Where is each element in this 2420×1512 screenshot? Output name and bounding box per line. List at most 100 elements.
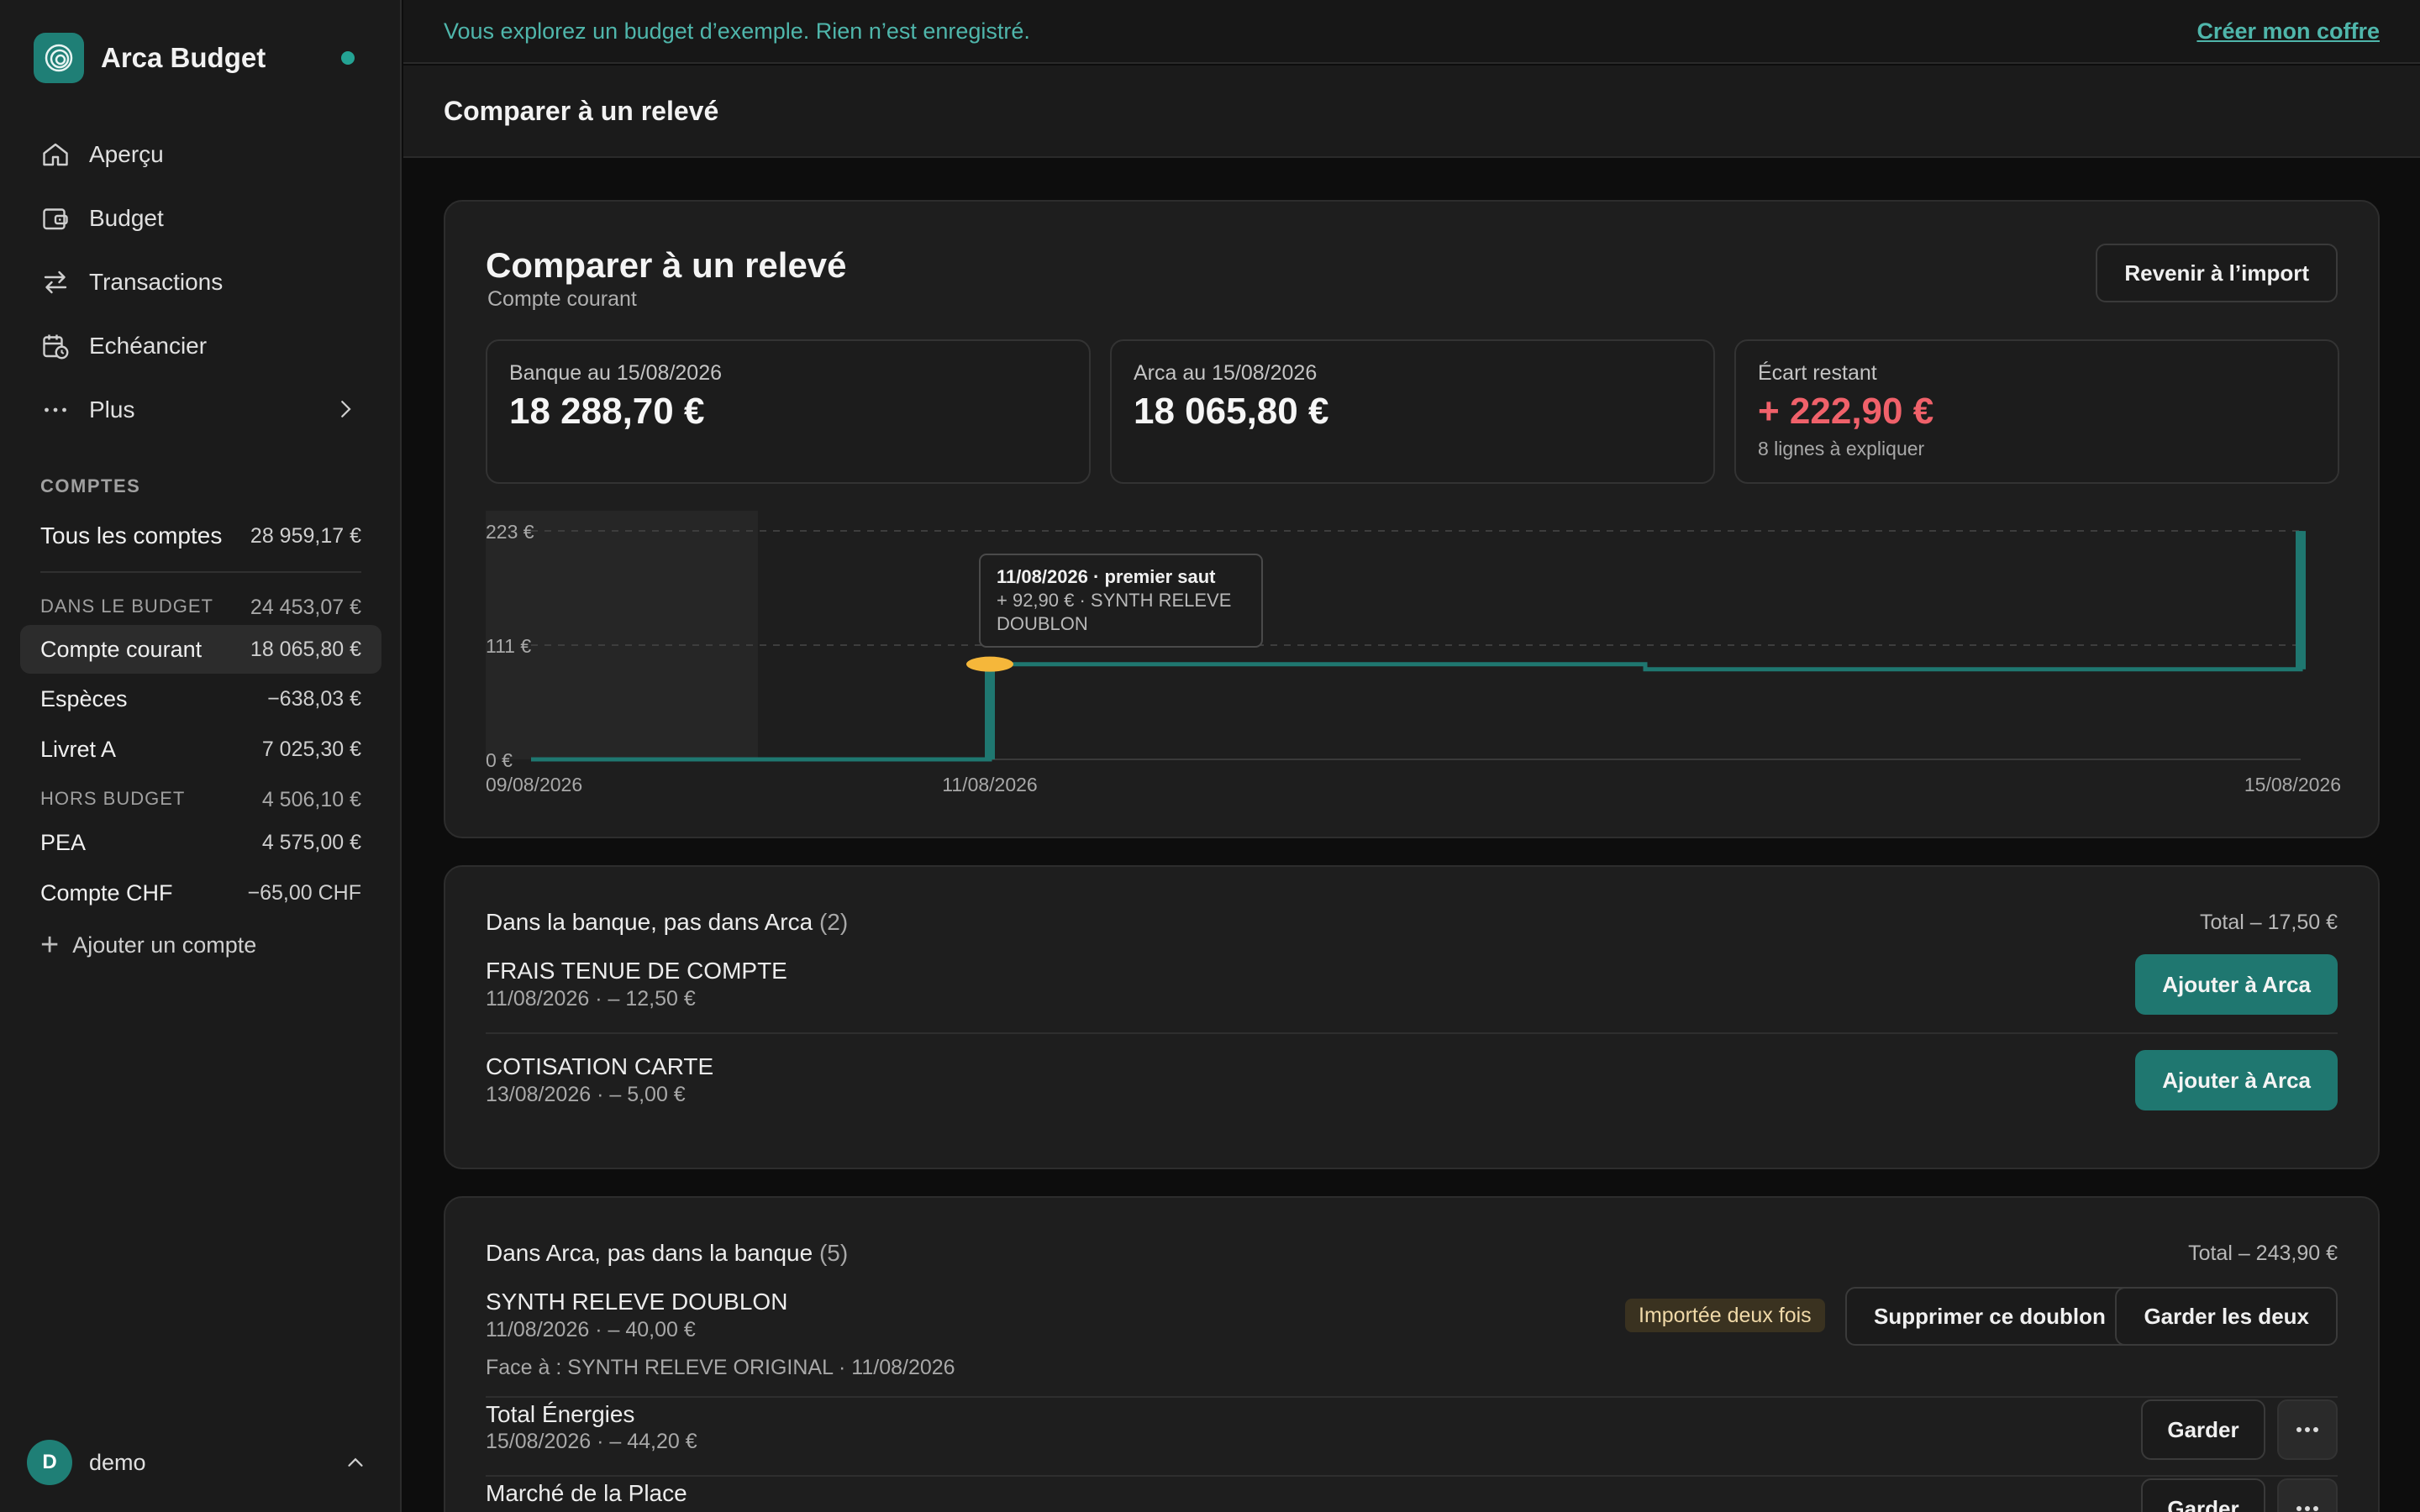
more-icon <box>45 407 66 412</box>
transfer-icon <box>44 270 67 294</box>
bank-only-title: Dans la banque, pas dans Arca (2) <box>486 909 848 936</box>
account-all[interactable]: Tous les comptes 28 959,17 € <box>20 512 381 560</box>
section-title-text: Dans Arca, pas dans la banque <box>486 1240 813 1266</box>
bank-item-meta: 13/08/2026 · – 5,00 € <box>486 1083 686 1106</box>
nav-item-label: Plus <box>89 396 135 423</box>
group-in-budget: DANS LE BUDGET 24 453,07 € <box>20 596 381 620</box>
brand[interactable]: Arca Budget <box>34 32 370 84</box>
account-name: Espèces <box>40 685 128 711</box>
account-compte-chf[interactable]: Compte CHF −65,00 CHF <box>20 869 381 917</box>
account-name: Compte courant <box>40 636 203 662</box>
account-balance: 7 025,30 € <box>261 737 361 761</box>
demo-banner: Vous explorez un budget d’exemple. Rien … <box>403 0 2420 64</box>
group-total: 24 453,07 € <box>250 596 361 619</box>
stat-remaining-gap: Écart restant + 222,90 € 8 lignes à expl… <box>1734 339 2339 484</box>
row-divider <box>486 1032 2338 1034</box>
account-especes[interactable]: Espèces −638,03 € <box>20 675 381 723</box>
user-menu[interactable]: D demo <box>27 1438 375 1487</box>
stat-value: 18 288,70 € <box>509 391 705 432</box>
bank-item-meta: 11/08/2026 · – 12,50 € <box>486 987 696 1011</box>
summary-title: Comparer à un relevé <box>486 245 847 285</box>
duplicate-counterpart: Face à : SYNTH RELEVE ORIGINAL · 11/08/2… <box>486 1356 955 1379</box>
arca-item-meta: 11/08/2026 · – 40,00 € <box>486 1318 696 1341</box>
page-title: Comparer à un relevé <box>444 95 719 126</box>
duplicate-badge: Importée deux fois <box>1625 1299 1825 1332</box>
account-name: Tous les comptes <box>40 522 223 549</box>
group-label: HORS BUDGET <box>40 788 186 809</box>
add-to-arca-button[interactable]: Ajouter à Arca <box>2135 954 2338 1015</box>
arca-only-total: Total – 243,90 € <box>2188 1242 2338 1265</box>
nav-item-budget[interactable]: Budget <box>20 186 381 250</box>
account-livret-a[interactable]: Livret A 7 025,30 € <box>20 725 381 774</box>
stat-label: Banque au 15/08/2026 <box>509 361 723 385</box>
avatar: D <box>27 1440 72 1485</box>
account-compte-courant[interactable]: Compte courant 18 065,80 € <box>20 625 381 674</box>
summary-subtitle: Compte courant <box>487 287 637 311</box>
summary-card: Comparer à un relevé Compte courant Reve… <box>444 200 2380 838</box>
row-menu-button[interactable] <box>2277 1399 2338 1460</box>
account-balance: 28 959,17 € <box>250 523 361 548</box>
nav-item-plus[interactable]: Plus <box>20 378 381 442</box>
chart-series-line <box>531 531 2303 762</box>
home-icon <box>43 143 68 166</box>
demo-banner-text: Vous explorez un budget d’exemple. Rien … <box>444 18 1030 44</box>
gap-chart: 223 € 111 € 0 € 09/08/2026 11/08/2026 15/08/2… <box>486 511 2341 795</box>
chart-y-tick-label: 0 € <box>486 749 513 771</box>
back-to-import-button[interactable]: Revenir à l’import <box>2096 244 2338 302</box>
chart-y-tick-label: 111 € <box>486 635 531 657</box>
bank-item-name: COTISATION CARTE <box>486 1053 714 1079</box>
bank-only-card: Dans la banque, pas dans Arca (2) Total … <box>444 865 2380 1169</box>
stat-bank-balance: Banque au 15/08/2026 18 288,70 € <box>486 339 1091 484</box>
row-divider <box>486 1396 2338 1398</box>
sync-status-dot <box>341 51 355 65</box>
section-title-text: Dans la banque, pas dans Arca <box>486 909 813 935</box>
group-off-budget: HORS BUDGET 4 506,10 € <box>20 788 381 812</box>
arca-only-title: Dans Arca, pas dans la banque (5) <box>486 1240 848 1267</box>
chart-x-tick-label: 09/08/2026 <box>486 774 582 795</box>
chart-x-tick-label: 11/08/2026 <box>942 774 1037 795</box>
add-account-label: Ajouter un compte <box>72 932 257 958</box>
chart-jump-bar <box>2296 531 2306 669</box>
arca-item-name: Total Énergies <box>486 1401 635 1427</box>
chart-jump-bar <box>985 664 995 759</box>
nav-item-label: Aperçu <box>89 141 164 167</box>
nav-item-apercu[interactable]: Aperçu <box>20 123 381 186</box>
sidebar: Arca Budget Aperçu Budget Transactions E… <box>0 0 402 1512</box>
wallet-icon <box>43 208 68 230</box>
row-menu-button[interactable] <box>2277 1478 2338 1512</box>
section-count: (5) <box>818 1240 849 1266</box>
account-balance: 18 065,80 € <box>250 637 361 661</box>
nav-item-transactions[interactable]: Transactions <box>20 250 381 314</box>
account-balance: −638,03 € <box>267 686 361 711</box>
add-account-button[interactable]: + Ajouter un compte <box>40 929 256 961</box>
row-divider <box>486 1475 2338 1477</box>
nav-item-label: Echéancier <box>89 333 208 359</box>
create-vault-link[interactable]: Créer mon coffre <box>2196 18 2380 45</box>
chevron-up-icon <box>348 1457 363 1467</box>
section-count: (2) <box>818 909 849 935</box>
keep-button[interactable]: Garder <box>2141 1399 2265 1460</box>
stat-value: + 222,90 € <box>1758 391 1934 432</box>
stat-value: 18 065,80 € <box>1134 391 1329 432</box>
more-icon <box>2296 1506 2318 1511</box>
delete-duplicate-button[interactable]: Supprimer ce doublon <box>1845 1287 2134 1346</box>
account-pea[interactable]: PEA 4 575,00 € <box>20 818 381 867</box>
calendar-clock-icon <box>43 334 69 360</box>
arca-item-meta: 15/08/2026 · – 44,20 € <box>486 1430 697 1453</box>
arca-only-card: Dans Arca, pas dans la banque (5) Total … <box>444 1196 2380 1512</box>
account-name: Compte CHF <box>40 879 173 906</box>
nav-item-echeancier[interactable]: Echéancier <box>20 314 381 378</box>
keep-both-button[interactable]: Garder les deux <box>2115 1287 2338 1346</box>
stat-note: 8 lignes à expliquer <box>1758 438 1925 459</box>
user-name: demo <box>89 1449 146 1475</box>
chart-tooltip-line: + 92,90 € · SYNTH RELEVE <box>997 590 1231 611</box>
account-balance: 4 575,00 € <box>261 830 361 854</box>
bank-item-name: FRAIS TENUE DE COMPTE <box>486 958 787 984</box>
account-name: Livret A <box>40 736 117 762</box>
stat-arca-balance: Arca au 15/08/2026 18 065,80 € <box>1110 339 1715 484</box>
app-name: Arca Budget <box>101 42 266 73</box>
app-logo-icon <box>34 33 84 83</box>
add-to-arca-button[interactable]: Ajouter à Arca <box>2135 1050 2338 1110</box>
keep-button[interactable]: Garder <box>2141 1478 2265 1512</box>
arca-item-name: SYNTH RELEVE DOUBLON <box>486 1289 788 1315</box>
